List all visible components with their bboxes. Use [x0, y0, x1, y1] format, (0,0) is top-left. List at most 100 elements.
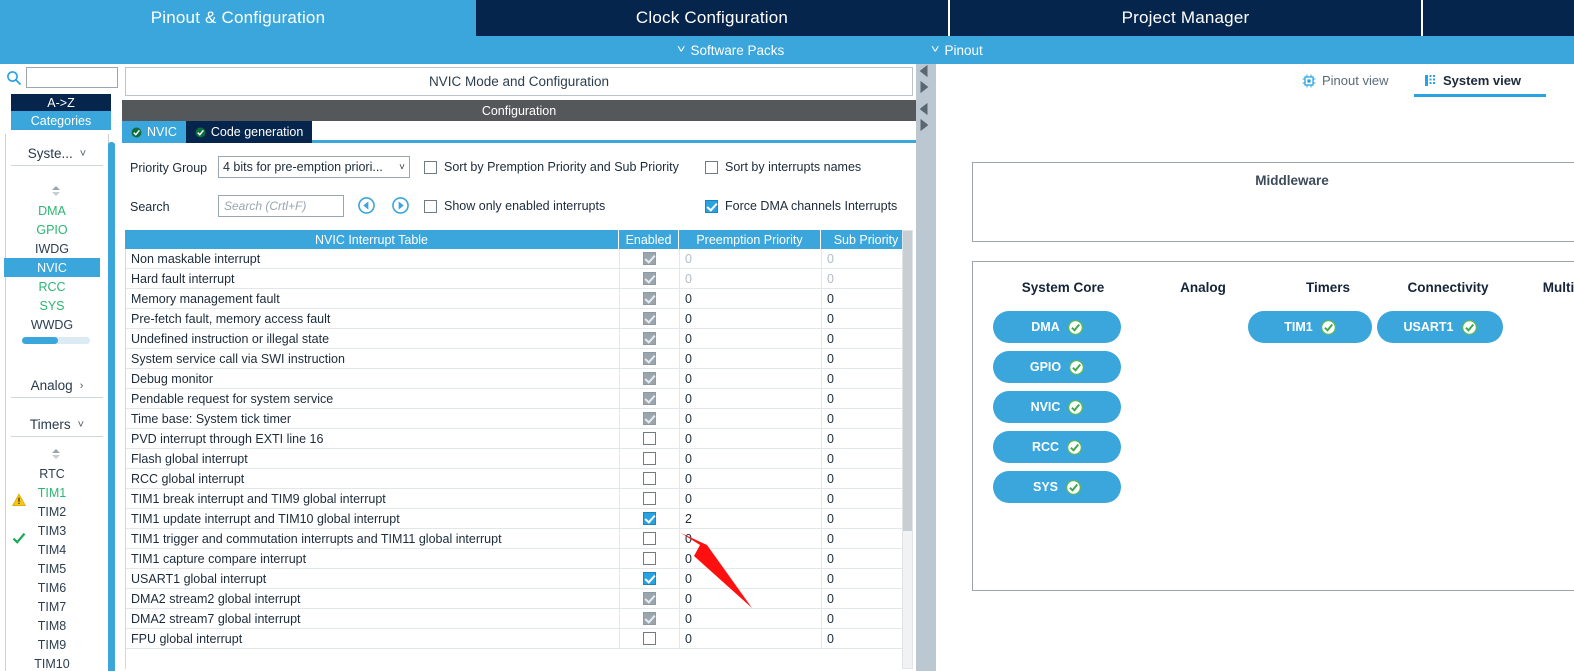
circle-left-arrow-icon[interactable] [358, 197, 375, 214]
priority-group-select[interactable]: 4 bits for pre-emption priori... ˅ [218, 156, 410, 178]
sidebar-item-wwdg[interactable]: WWDG [4, 315, 100, 334]
menu-pinout[interactable]: ˅ Pinout [931, 36, 983, 64]
enabled-cell[interactable] [620, 449, 680, 468]
enabled-checkbox[interactable] [643, 532, 656, 545]
sidebar-mode-categories[interactable]: Categories [11, 111, 111, 130]
sidebar-item-sys[interactable]: SYS [4, 296, 100, 544]
preemption-priority-cell[interactable]: 0 [680, 589, 822, 608]
sub-priority-cell[interactable]: 0 [822, 469, 912, 488]
table-row[interactable]: Pre-fetch fault, memory access fault 0 0 [126, 309, 912, 329]
table-row[interactable]: Debug monitor 0 0 [126, 369, 912, 389]
sidebar-item-tim4[interactable]: TIM4 [4, 540, 100, 559]
preemption-priority-cell[interactable]: 2 [680, 509, 822, 528]
tab-pinout-view[interactable]: Pinout view [1302, 73, 1388, 88]
pill-dma[interactable]: DMA [993, 311, 1121, 343]
tab-nvic[interactable]: NVIC [122, 121, 186, 143]
sort-names-checkbox[interactable] [705, 160, 718, 174]
search-icon[interactable] [6, 70, 22, 86]
sidebar-item-tim10[interactable]: TIM10 [4, 654, 100, 671]
preemption-priority-cell[interactable]: 0 [680, 289, 822, 308]
table-row[interactable]: Undefined instruction or illegal state 0 0 [126, 329, 912, 349]
enabled-cell[interactable] [620, 309, 680, 328]
nvic-search-input[interactable]: Search (Crtl+F) [218, 195, 344, 217]
enabled-cell[interactable] [620, 329, 680, 348]
pill-nvic[interactable]: NVIC [993, 391, 1121, 423]
enabled-cell[interactable] [620, 489, 680, 508]
tab-clock-configuration[interactable]: Clock Configuration [476, 0, 948, 36]
enabled-cell[interactable] [620, 529, 680, 548]
table-row[interactable]: Hard fault interrupt 0 0 [126, 269, 912, 289]
sidebar-group-system[interactable]: Syste... ˅ [11, 142, 103, 166]
column-header-sub[interactable]: Sub Priority [821, 230, 911, 249]
preemption-priority-cell[interactable]: 0 [680, 349, 822, 368]
sub-priority-cell[interactable]: 0 [822, 549, 912, 568]
table-row[interactable]: Memory management fault 0 0 [126, 289, 912, 309]
sidebar-item-rcc[interactable]: RCC [4, 277, 100, 506]
force-dma-checkbox-row[interactable]: Force DMA channels Interrupts [705, 199, 897, 213]
sort-preemption-checkbox-row[interactable]: Sort by Premption Priority and Sub Prior… [424, 160, 679, 174]
tab-system-view[interactable]: System view [1424, 73, 1521, 88]
sidebar-item-tim7[interactable]: TIM7 [4, 597, 100, 616]
sort-names-checkbox-row[interactable]: Sort by interrupts names [705, 160, 861, 174]
enabled-cell[interactable] [620, 429, 680, 448]
tab-project-manager[interactable]: Project Manager [950, 0, 1421, 36]
sub-priority-cell[interactable]: 0 [822, 349, 912, 368]
enabled-checkbox[interactable] [643, 572, 656, 585]
expand-right-icon-2[interactable] [917, 118, 931, 132]
nvic-table-scrollbar-thumb[interactable] [903, 231, 912, 531]
sub-priority-cell[interactable]: 0 [822, 449, 912, 468]
preemption-priority-cell[interactable]: 0 [680, 269, 822, 288]
sub-priority-cell[interactable]: 0 [822, 289, 912, 308]
enabled-checkbox[interactable] [643, 472, 656, 485]
enabled-cell[interactable] [620, 569, 680, 588]
panel-splitter[interactable] [916, 64, 936, 671]
table-row[interactable]: TIM1 update interrupt and TIM10 global i… [126, 509, 912, 529]
sub-priority-cell[interactable]: 0 [822, 509, 912, 528]
sidebar-group-timers[interactable]: Timers ˅ [11, 413, 103, 437]
sidebar-item-dma[interactable]: DMA [4, 201, 100, 220]
collapse-left-icon-2[interactable] [917, 102, 931, 116]
table-row[interactable]: USART1 global interrupt 0 0 [126, 569, 912, 589]
enabled-cell[interactable] [620, 629, 680, 648]
sidebar-horizontal-scrollbar[interactable] [22, 337, 90, 344]
column-header-enabled[interactable]: Enabled [619, 230, 679, 249]
sub-priority-cell[interactable]: 0 [822, 249, 912, 268]
pill-tim1[interactable]: TIM1 [1248, 311, 1372, 343]
preemption-priority-cell[interactable]: 0 [680, 429, 822, 448]
enabled-checkbox[interactable] [643, 512, 656, 525]
table-row[interactable]: Time base: System tick timer 0 0 [126, 409, 912, 429]
preemption-priority-cell[interactable]: 0 [680, 449, 822, 468]
enabled-cell[interactable] [620, 589, 680, 608]
enabled-cell[interactable] [620, 269, 680, 288]
enabled-cell[interactable] [620, 609, 680, 628]
preemption-priority-cell[interactable]: 0 [680, 469, 822, 488]
table-row[interactable]: DMA2 stream2 global interrupt 0 0 [126, 589, 912, 609]
table-row[interactable]: TIM1 trigger and commutation interrupts … [126, 529, 912, 549]
enabled-cell[interactable] [620, 549, 680, 568]
preemption-priority-cell[interactable]: 0 [680, 569, 822, 588]
sub-priority-cell[interactable]: 0 [822, 589, 912, 608]
sub-priority-cell[interactable]: 0 [822, 529, 912, 548]
sidebar-item-tim9[interactable]: TIM9 [4, 635, 100, 654]
sidebar-group-analog[interactable]: Analog › [11, 374, 103, 398]
circle-right-arrow-icon[interactable] [392, 197, 409, 214]
preemption-priority-cell[interactable]: 0 [680, 329, 822, 348]
preemption-priority-cell[interactable]: 0 [680, 249, 822, 268]
sub-priority-cell[interactable]: 0 [822, 329, 912, 348]
table-row[interactable]: TIM1 capture compare interrupt 0 0 [126, 549, 912, 569]
enabled-checkbox[interactable] [643, 632, 656, 645]
show-enabled-checkbox[interactable] [424, 199, 437, 213]
sidebar-vertical-scrollbar[interactable] [108, 142, 115, 671]
sidebar-item-tim3[interactable]: TIM3 [4, 521, 100, 540]
sidebar-item-nvic[interactable]: NVIC [4, 258, 100, 277]
preemption-priority-cell[interactable]: 0 [680, 549, 822, 568]
table-row[interactable]: PVD interrupt through EXTI line 16 0 0 [126, 429, 912, 449]
enabled-cell[interactable] [620, 289, 680, 308]
column-header-name[interactable]: NVIC Interrupt Table [125, 230, 619, 249]
force-dma-checkbox[interactable] [705, 199, 718, 213]
enabled-checkbox[interactable] [643, 432, 656, 445]
tab-code-generation[interactable]: Code generation [185, 121, 313, 143]
sub-priority-cell[interactable]: 0 [822, 489, 912, 508]
enabled-checkbox[interactable] [643, 552, 656, 565]
sidebar-item-tim1[interactable]: TIM1 [4, 483, 100, 502]
